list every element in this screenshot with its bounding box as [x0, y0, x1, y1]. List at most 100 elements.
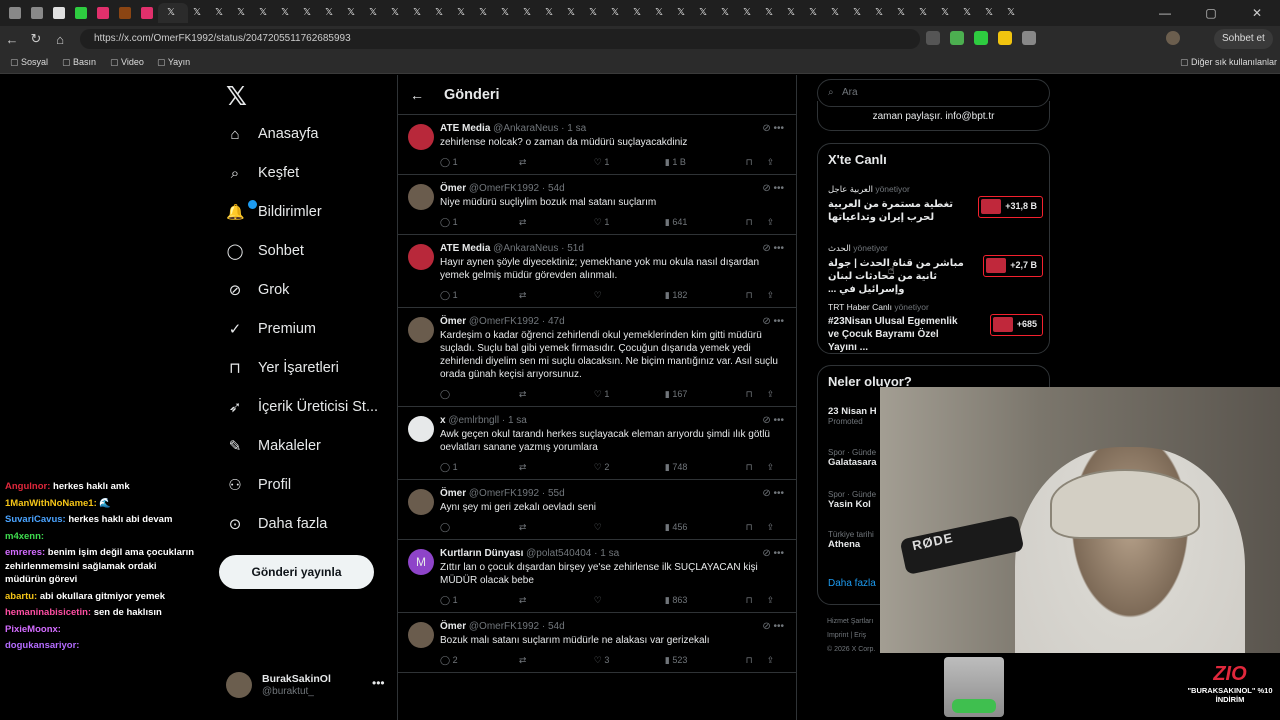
repost-icon[interactable]: ⇄ — [519, 462, 594, 473]
search-input[interactable]: ⌕ Ara — [817, 79, 1050, 107]
more-dots-icon[interactable]: ••• — [773, 123, 784, 134]
more-dots-icon[interactable]: ••• — [372, 676, 385, 690]
nav-item-bildirimler[interactable]: 🔔 Bildirimler — [226, 200, 322, 224]
browser-tab[interactable]: 𝕏 — [738, 3, 760, 23]
share-icon[interactable]: ⇪ — [767, 595, 786, 606]
nav-item-sohbet[interactable]: ◯ Sohbet — [226, 239, 304, 263]
profile-avatar-icon[interactable] — [1166, 31, 1180, 45]
like-icon[interactable]: ♡ — [594, 595, 665, 606]
browser-tab[interactable] — [114, 3, 136, 23]
browser-tab[interactable]: 𝕏 — [158, 3, 188, 23]
home-icon[interactable]: ⌂ — [48, 32, 72, 47]
browser-tab[interactable]: 𝕏 — [914, 3, 936, 23]
browser-tab[interactable]: 𝕏 — [188, 3, 210, 23]
browser-tab[interactable]: 𝕏 — [936, 3, 958, 23]
nav-item-makaleler[interactable]: ✎ Makaleler — [226, 434, 321, 458]
nav-item-premium[interactable]: ✓ Premium — [226, 317, 316, 341]
maximize-icon[interactable]: ▢ — [1188, 6, 1234, 20]
reload-icon[interactable]: ↻ — [24, 31, 48, 47]
more-dots-icon[interactable]: ••• — [773, 621, 784, 632]
sohbet-et-button[interactable]: Sohbet et — [1214, 29, 1273, 49]
trend-item[interactable]: 23 Nisan H Promoted — [828, 406, 877, 426]
views-icon[interactable]: ▮ 1 B — [665, 157, 746, 168]
avatar[interactable] — [408, 124, 434, 150]
reply-post[interactable]: Ömer @OmerFK1992 · 54d ⊘ ••• Bozuk malı sa… — [398, 613, 796, 673]
browser-tab[interactable] — [70, 3, 92, 23]
browser-tab[interactable]: 𝕏 — [518, 3, 540, 23]
views-icon[interactable]: ▮ 167 — [665, 389, 746, 400]
share-icon[interactable]: ⇪ — [767, 217, 786, 228]
like-icon[interactable]: ♡ 2 — [594, 462, 665, 473]
reply-icon[interactable]: ◯ 1 — [440, 462, 519, 473]
grok-icon[interactable]: ⊘ — [762, 621, 773, 632]
reply-post[interactable]: ATE Media @AnkaraNeus · 51d ⊘ ••• Hayır ay… — [398, 235, 796, 308]
author-name[interactable]: ATE Media — [440, 243, 490, 254]
browser-tab[interactable] — [92, 3, 114, 23]
grok-icon[interactable]: ⊘ — [762, 316, 773, 327]
share-icon[interactable]: ⇪ — [767, 655, 786, 666]
repost-icon[interactable]: ⇄ — [519, 290, 594, 301]
reply-post[interactable]: Ömer @OmerFK1992 · 47d ⊘ ••• Kardeşim o ka… — [398, 308, 796, 407]
avatar[interactable]: M — [408, 549, 434, 575]
nav-item-keşfet[interactable]: ⌕ Keşfet — [226, 161, 299, 185]
views-icon[interactable]: ▮ 523 — [665, 655, 746, 666]
reply-icon[interactable]: ◯ 1 — [440, 157, 519, 168]
views-icon[interactable]: ▮ 748 — [665, 462, 746, 473]
more-dots-icon[interactable]: ••• — [773, 183, 784, 194]
author-name[interactable]: Ömer — [440, 488, 466, 499]
author-name[interactable]: ATE Media — [440, 123, 490, 134]
avatar[interactable] — [408, 622, 434, 648]
grok-icon[interactable]: ⊘ — [762, 243, 773, 254]
author-name[interactable]: Ömer — [440, 183, 466, 194]
nav-item-anasayfa[interactable]: ⌂ Anasayfa — [226, 122, 318, 146]
bookmark-icon[interactable]: ⊓ — [746, 157, 767, 168]
browser-tab[interactable] — [4, 3, 26, 23]
browser-tab[interactable]: 𝕏 — [606, 3, 628, 23]
browser-tab[interactable]: 𝕏 — [826, 3, 848, 23]
bookmark-icon[interactable]: ⊓ — [746, 389, 767, 400]
live-listeners-pill[interactable]: +2,7 B — [983, 255, 1043, 277]
author-name[interactable]: Kurtların Dünyası — [440, 548, 523, 559]
back-arrow-icon[interactable]: ← — [410, 87, 424, 103]
repost-icon[interactable]: ⇄ — [519, 157, 594, 168]
author-name[interactable]: Ömer — [440, 621, 466, 632]
more-dots-icon[interactable]: ••• — [773, 316, 784, 327]
reply-post[interactable]: x @emlrbngll · 1 sa ⊘ ••• Awk geçen okul t… — [398, 407, 796, 480]
avatar[interactable] — [408, 317, 434, 343]
bookmark-icon[interactable]: ⊓ — [746, 462, 767, 473]
share-icon[interactable]: ⇪ — [767, 522, 786, 533]
browser-tab[interactable]: 𝕏 — [386, 3, 408, 23]
share-icon[interactable]: ⇪ — [767, 389, 786, 400]
browser-tab[interactable]: 𝕏 — [298, 3, 320, 23]
repost-icon[interactable]: ⇄ — [519, 655, 594, 666]
bookmark-folder[interactable]: Sosyal — [10, 57, 48, 68]
browser-tab[interactable] — [136, 3, 158, 23]
reply-icon[interactable]: ◯ — [440, 389, 519, 400]
reply-post[interactable]: Ömer @OmerFK1992 · 54d ⊘ ••• Niye müdürü s… — [398, 175, 796, 235]
other-bookmarks[interactable]: Diğer sık kullanılanlar — [1180, 57, 1277, 68]
nav-item-i-çerik-üreticisi-st-[interactable]: ➶ İçerik Üreticisi St... — [226, 395, 378, 419]
nav-item-profil[interactable]: ⚇ Profil — [226, 473, 291, 497]
browser-tab[interactable]: 𝕏 — [716, 3, 738, 23]
reply-icon[interactable]: ◯ 1 — [440, 217, 519, 228]
browser-tab[interactable]: 𝕏 — [672, 3, 694, 23]
browser-tab[interactable] — [26, 3, 48, 23]
browser-tab[interactable]: 𝕏 — [540, 3, 562, 23]
close-icon[interactable]: ✕ — [1234, 6, 1280, 20]
more-dots-icon[interactable]: ••• — [773, 243, 784, 254]
url-input[interactable]: https://x.com/OmerFK1992/status/20472055… — [80, 29, 920, 49]
account-switcher[interactable]: BurakSakinOl @buraktut_ ••• — [226, 672, 396, 702]
bookmark-icon[interactable]: ⊓ — [746, 522, 767, 533]
bookmark-icon[interactable]: ⊓ — [746, 595, 767, 606]
reply-icon[interactable]: ◯ 2 — [440, 655, 519, 666]
like-icon[interactable]: ♡ — [594, 290, 665, 301]
views-icon[interactable]: ▮ 641 — [665, 217, 746, 228]
extension-icon[interactable] — [950, 31, 964, 45]
browser-tab[interactable]: 𝕏 — [870, 3, 892, 23]
like-icon[interactable]: ♡ 3 — [594, 655, 665, 666]
grok-icon[interactable]: ⊘ — [762, 415, 773, 426]
author-name[interactable]: x — [440, 415, 446, 426]
browser-tab[interactable]: 𝕏 — [892, 3, 914, 23]
post-button[interactable]: Gönderi yayınla — [219, 555, 374, 589]
more-dots-icon[interactable]: ••• — [773, 548, 784, 559]
